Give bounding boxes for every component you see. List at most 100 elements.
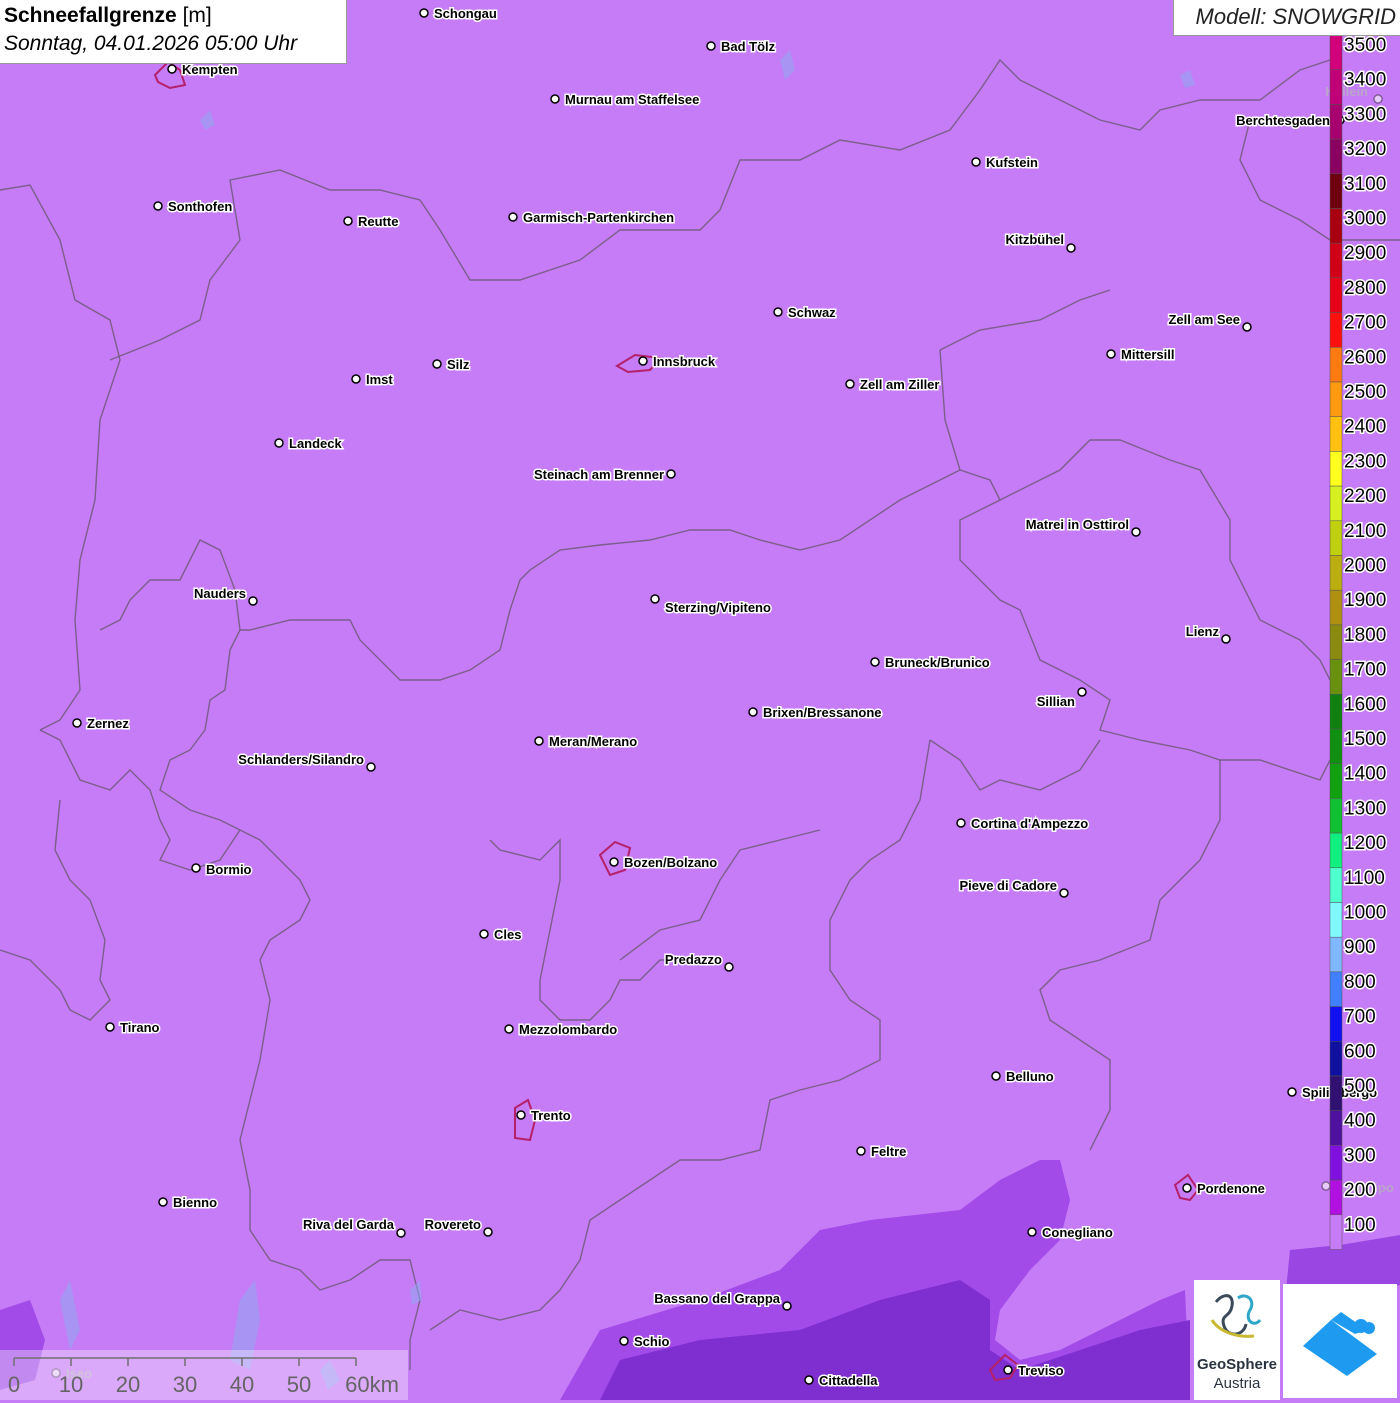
city-dot: [1221, 634, 1231, 644]
legend-label: 2900: [1344, 243, 1386, 264]
legend-swatch: [1329, 520, 1343, 556]
city-label: Predazzo: [665, 952, 722, 967]
city-dot: [1003, 1365, 1013, 1375]
city-label: Steinach am Brenner: [534, 467, 664, 482]
city-label: Zell am See: [1168, 312, 1240, 327]
legend-label: 700: [1344, 1007, 1376, 1028]
city-dot: [1077, 687, 1087, 697]
city-dot: [991, 1071, 1001, 1081]
city-dot: [804, 1375, 814, 1385]
city-dot: [191, 863, 201, 873]
city-label: Reutte: [358, 214, 398, 229]
city-dot: [619, 1336, 629, 1346]
geosphere-logo[interactable]: GeoSphere Austria: [1194, 1280, 1280, 1400]
legend-swatch: [1329, 208, 1343, 244]
legend-label: 1600: [1344, 694, 1386, 715]
legend-swatch: [1329, 104, 1343, 140]
city-label: Brixen/Bressanone: [763, 705, 882, 720]
legend-label: 2000: [1344, 556, 1386, 577]
legend-label: 1800: [1344, 625, 1386, 646]
legend-swatch: [1329, 589, 1343, 626]
legend-label: 3000: [1344, 209, 1386, 230]
city-label: Treviso: [1018, 1363, 1064, 1378]
city-marker: Mezzolombardo: [504, 1021, 619, 1039]
city-label: Kufstein: [986, 155, 1038, 170]
legend-label: 500: [1344, 1076, 1376, 1097]
snowfall-limit-map[interactable]: Schongau Bad Tölz Kempten Murnau am Staffel…: [0, 0, 1400, 1400]
legend-label: 2800: [1344, 278, 1386, 299]
map-datetime: Sonntag, 04.01.2026 05:00 Uhr: [4, 32, 298, 55]
legend-swatch: [1329, 1006, 1343, 1042]
legend-label: 2100: [1344, 521, 1386, 542]
legend-swatch: [1329, 1110, 1343, 1146]
city-marker: Garmisch-Partenkirchen: [508, 209, 676, 227]
city-label: Bormio: [206, 862, 252, 877]
city-dot: [773, 307, 783, 317]
city-dot: [1287, 1087, 1297, 1097]
city-marker: Cortina d'Ampezzo: [956, 815, 1090, 833]
city-dot: [167, 64, 177, 74]
city-marker: Bruneck/Brunico: [870, 654, 991, 672]
city-dot: [1373, 94, 1383, 104]
city-dot: [504, 1024, 514, 1034]
city-dot: [706, 41, 716, 51]
legend-swatch: [1329, 832, 1343, 869]
city-label: Schongau: [434, 6, 497, 21]
city-dot: [870, 657, 880, 667]
legend-swatch: [1329, 867, 1343, 903]
legend-label: 900: [1344, 937, 1376, 958]
legend-label: 3300: [1344, 104, 1386, 125]
city-label: Bad Tölz: [721, 39, 776, 54]
app-logo[interactable]: [1283, 1284, 1397, 1398]
city-dot: [158, 1197, 168, 1207]
city-dot: [666, 469, 676, 479]
city-label: Tirano: [120, 1020, 160, 1035]
city-label: Landeck: [289, 436, 343, 451]
city-dot: [483, 1227, 493, 1237]
city-dot: [1321, 1181, 1331, 1191]
city-dot: [1242, 322, 1252, 332]
model-panel: Modell: SNOWGRID: [1173, 0, 1400, 36]
legend-swatch: [1329, 381, 1343, 417]
city-label: Conegliano: [1042, 1225, 1113, 1240]
city-dot: [1027, 1227, 1037, 1237]
city-label: Kitzbühel: [1006, 232, 1065, 247]
legend-label: 2200: [1344, 486, 1386, 507]
city-label: Rovereto: [425, 1217, 481, 1232]
city-dot: [479, 929, 489, 939]
city-dot: [534, 736, 544, 746]
city-label: Kempten: [182, 62, 238, 77]
city-label: Imst: [366, 372, 393, 387]
legend-swatch: [1329, 451, 1343, 487]
legend-label: 1300: [1344, 798, 1386, 819]
city-dot: [650, 594, 660, 604]
city-dot: [1059, 888, 1069, 898]
city-dot: [516, 1110, 526, 1120]
city-dot: [724, 962, 734, 972]
city-label: Pieve di Cadore: [959, 878, 1057, 893]
city-label: Bassano del Grappa: [654, 1291, 780, 1306]
city-marker: Brixen/Bressanone: [748, 704, 883, 722]
title-panel: Schneefallgrenze [m] Sonntag, 04.01.2026…: [0, 0, 347, 64]
mountain-cloud-icon: [1303, 1312, 1377, 1376]
legend-label: 3400: [1344, 70, 1386, 91]
city-label: Sonthofen: [168, 199, 232, 214]
city-label: Sillian: [1037, 694, 1075, 709]
legend-label: 600: [1344, 1041, 1376, 1062]
city-label: Schwaz: [788, 305, 836, 320]
city-label: Riva del Garda: [303, 1217, 395, 1232]
city-dot: [396, 1228, 406, 1238]
legend-label: 1700: [1344, 660, 1386, 681]
city-marker: Murnau am Staffelsee: [550, 91, 701, 109]
city-dot: [609, 857, 619, 867]
city-label: Cittadella: [819, 1373, 878, 1388]
city-dot: [351, 374, 361, 384]
city-label: Lienz: [1186, 624, 1220, 639]
city-label: Schlanders/Silandro: [238, 752, 364, 767]
city-label: Innsbruck: [653, 354, 716, 369]
city-marker: Meran/Merano: [534, 733, 639, 751]
city-dot: [274, 438, 284, 448]
legend-swatch: [1329, 1214, 1343, 1250]
legend-label: 800: [1344, 972, 1376, 993]
city-label: Zernez: [87, 716, 129, 731]
